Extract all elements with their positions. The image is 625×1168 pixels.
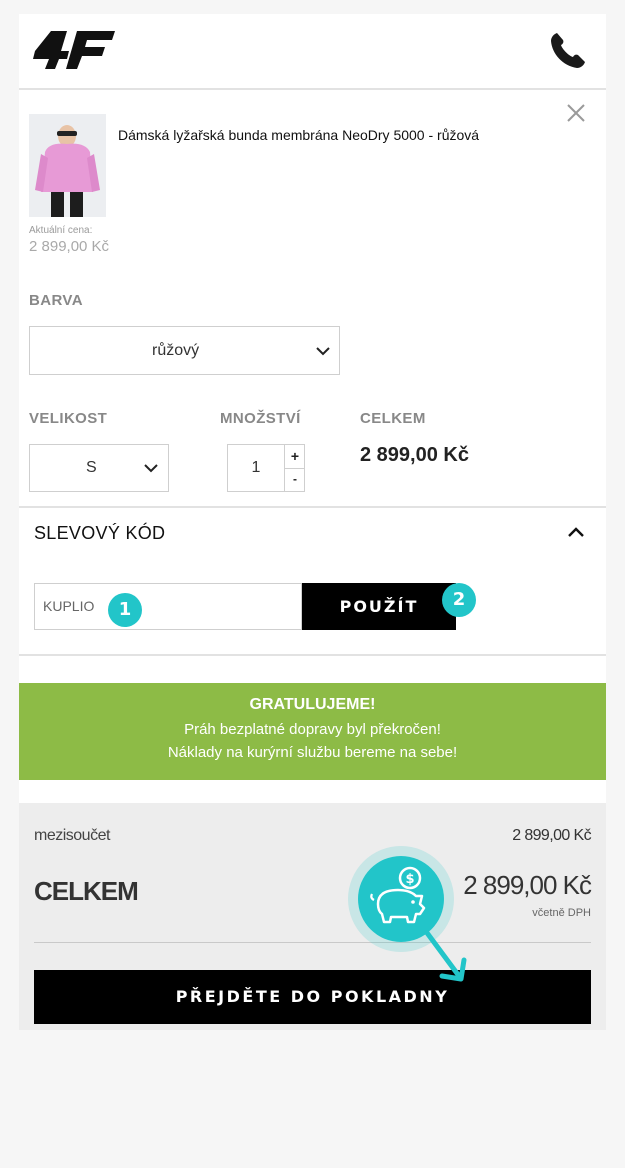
color-select-value: růžový bbox=[152, 341, 200, 359]
promo-line-2: Náklady na kurýrní službu bereme na sebe… bbox=[167, 744, 458, 761]
grand-total-label: CELKEM bbox=[34, 876, 139, 906]
quantity-plus-button[interactable]: + bbox=[284, 445, 305, 469]
close-icon[interactable] bbox=[567, 104, 585, 122]
svg-text:$: $ bbox=[405, 872, 414, 887]
quantity-value[interactable]: 1 bbox=[228, 445, 284, 491]
subtotal-value: 2 899,00 Kč bbox=[512, 827, 591, 844]
checkout-button[interactable]: PŘEJDĚTE DO POKLADNY bbox=[34, 970, 591, 1024]
subtotal-label: mezisoučet bbox=[34, 827, 110, 844]
line-total-value: 2 899,00 Kč bbox=[360, 444, 469, 466]
order-summary: mezisoučet 2 899,00 Kč CELKEM 2 899,00 K… bbox=[19, 803, 606, 1030]
divider bbox=[19, 506, 606, 508]
color-select[interactable]: růžový bbox=[29, 326, 340, 375]
product-title[interactable]: Dámská lyžařská bunda membrána NeoDry 50… bbox=[118, 127, 479, 143]
arrow-icon bbox=[416, 919, 467, 982]
chevron-down-icon bbox=[144, 464, 158, 473]
summary-divider bbox=[34, 942, 591, 943]
price-value: 2 899,00 Kč bbox=[29, 238, 110, 255]
brand-logo[interactable] bbox=[33, 29, 115, 71]
header bbox=[19, 14, 606, 90]
product-image[interactable] bbox=[29, 114, 106, 217]
size-select-value: S bbox=[86, 459, 97, 476]
free-shipping-banner: GRATULUJEME! Práh bezplatné dopravy byl … bbox=[19, 683, 606, 780]
discount-title[interactable]: SLEVOVÝ KÓD bbox=[34, 523, 165, 544]
phone-icon[interactable] bbox=[549, 30, 587, 70]
vat-note: včetně DPH bbox=[532, 907, 591, 919]
promo-line-1: Práh bezplatné dopravy byl překročen! bbox=[184, 721, 441, 738]
cart-card: Dámská lyžařská bunda membrána NeoDry 50… bbox=[19, 14, 606, 1030]
quantity-minus-button[interactable]: - bbox=[284, 468, 305, 491]
quantity-label: MNOŽSTVÍ bbox=[220, 410, 301, 427]
chevron-up-icon[interactable] bbox=[567, 526, 585, 538]
price-label: Aktuální cena: bbox=[29, 225, 93, 236]
size-label: VELIKOST bbox=[29, 410, 108, 427]
apply-discount-button[interactable]: POUŽÍT bbox=[302, 583, 456, 630]
divider bbox=[19, 654, 606, 656]
size-select[interactable]: S bbox=[29, 444, 169, 492]
chevron-down-icon bbox=[316, 346, 330, 355]
discount-code-input[interactable]: KUPLIO bbox=[34, 583, 302, 630]
line-total-label: CELKEM bbox=[360, 410, 426, 427]
step-badge-2: 2 bbox=[442, 583, 476, 617]
step-badge-1: 1 bbox=[108, 593, 142, 627]
grand-total-value: 2 899,00 Kč bbox=[463, 870, 592, 900]
promo-title: GRATULUJEME! bbox=[249, 696, 376, 713]
quantity-stepper: 1 + - bbox=[227, 444, 305, 492]
color-label: BARVA bbox=[29, 292, 83, 309]
